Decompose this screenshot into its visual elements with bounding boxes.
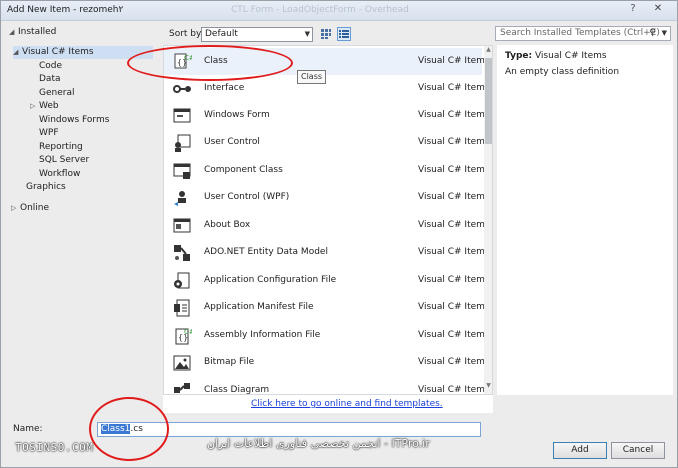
category-tree: ◢ Installed ◢ Visual C# Items Code Data Ge… [5, 23, 161, 395]
config-file-icon [172, 271, 192, 291]
tree-node-workflow[interactable]: Workflow [39, 168, 80, 181]
help-button[interactable]: ? [625, 3, 641, 17]
template-row-component-class[interactable]: Component Class Visual C# Items [164, 157, 490, 184]
search-icon[interactable]: ⚲ [649, 27, 656, 40]
entity-model-icon [172, 243, 192, 263]
user-control-icon [172, 133, 192, 153]
tree-node-sql-server[interactable]: SQL Server [39, 154, 89, 167]
expand-arrow-icon: ▷ [30, 102, 36, 110]
collapse-arrow-icon: ◢ [13, 48, 19, 56]
online-link-row: Click here to go online and find templat… [163, 395, 493, 413]
add-new-item-dialog: Add New Item - rezomeh۲ CTL Form - LoadO… [0, 0, 678, 468]
windows-form-icon [172, 106, 192, 126]
add-button[interactable]: Add [553, 442, 607, 459]
component-class-icon [172, 161, 192, 181]
tree-node-general[interactable]: General [39, 87, 74, 100]
sort-toolbar: Sort by: Default ▼ [163, 23, 493, 45]
grid-view-icon[interactable] [319, 27, 333, 41]
dropdown-arrow-icon[interactable]: ▼ [662, 27, 667, 40]
template-description: An empty class definition [505, 67, 620, 77]
cancel-button[interactable]: Cancel [611, 442, 665, 459]
close-button[interactable]: ✕ [643, 3, 673, 17]
class-diagram-icon [172, 381, 192, 394]
template-type: Type: Visual C# Items [505, 51, 607, 61]
template-row-windows-form[interactable]: Windows Form Visual C# Items [164, 102, 490, 129]
tree-node-data[interactable]: Data [39, 73, 61, 86]
template-list-scrollbar[interactable]: ▲ ▼ [484, 46, 492, 394]
red-circle-annotation-class [127, 45, 293, 81]
watermark-tosinso: TOSINSO.COM [15, 441, 94, 454]
find-templates-online-link[interactable]: Click here to go online and find templat… [251, 399, 443, 409]
dropdown-arrow-icon: ▼ [304, 30, 310, 38]
scroll-down-arrow-icon[interactable]: ▼ [484, 382, 492, 392]
search-input[interactable]: Search Installed Templates (Ctrl+E) ⚲ ▼ [495, 26, 671, 41]
template-info-pane: Type: Visual C# Items An empty class def… [497, 45, 673, 395]
wpf-user-control-icon [172, 188, 192, 208]
template-row-application-configuration-file[interactable]: Application Configuration File Visual C#… [164, 267, 490, 294]
scrollbar-thumb[interactable] [485, 58, 492, 144]
template-list: {}C# Class Visual C# Items Interface Vis… [163, 45, 493, 395]
about-box-icon [172, 216, 192, 236]
template-row-assembly-information-file[interactable]: {}C# Assembly Information File Visual C#… [164, 322, 490, 349]
expand-arrow-icon: ▷ [11, 204, 17, 212]
svg-text:C#: C# [184, 328, 192, 336]
collapse-arrow-icon: ◢ [9, 28, 15, 36]
template-row-bitmap-file[interactable]: Bitmap File Visual C# Items [164, 349, 490, 376]
scroll-up-arrow-icon[interactable]: ▲ [484, 46, 492, 56]
tree-node-code[interactable]: Code [39, 60, 62, 73]
manifest-file-icon [172, 298, 192, 318]
title-bar: Add New Item - rezomeh۲ CTL Form - LoadO… [1, 1, 677, 21]
template-row-user-control-wpf[interactable]: User Control (WPF) Visual C# Items [164, 184, 490, 211]
watermark-itpro: ITPro.ir - انجمن تخصصی فناوری اطلاعات ای… [207, 437, 430, 450]
dialog-title: Add New Item - rezomeh۲ [7, 5, 124, 15]
template-row-application-manifest-file[interactable]: Application Manifest File Visual C# Item… [164, 294, 490, 321]
tree-node-windows-forms[interactable]: Windows Forms [39, 114, 109, 127]
template-row-user-control[interactable]: User Control Visual C# Items [164, 129, 490, 156]
interface-icon [172, 79, 192, 99]
tree-node-installed[interactable]: ◢ Installed [9, 26, 56, 39]
name-label: Name: [13, 424, 43, 434]
tree-node-online[interactable]: ▷ Online [11, 202, 49, 215]
template-row-about-box[interactable]: About Box Visual C# Items [164, 212, 490, 239]
list-view-icon[interactable] [337, 27, 351, 41]
tree-node-reporting[interactable]: Reporting [39, 141, 83, 154]
red-circle-annotation-name [89, 397, 169, 461]
tree-node-web[interactable]: ▷ Web [30, 100, 59, 113]
assembly-info-icon: {}C# [172, 326, 195, 346]
bitmap-file-icon [172, 353, 192, 373]
background-window-title: CTL Form - LoadObjectForm - Overhead [231, 5, 409, 15]
template-row-class-diagram[interactable]: Class Diagram Visual C# Items [164, 377, 490, 394]
sort-by-dropdown[interactable]: Default ▼ [201, 27, 313, 42]
tree-node-wpf[interactable]: WPF [39, 127, 59, 140]
tree-node-graphics[interactable]: Graphics [26, 181, 66, 194]
template-row-ado-net-entity-data-model[interactable]: ADO.NET Entity Data Model Visual C# Item… [164, 239, 490, 266]
class-tooltip: Class [297, 70, 327, 84]
sort-by-label: Sort by: [169, 29, 204, 39]
